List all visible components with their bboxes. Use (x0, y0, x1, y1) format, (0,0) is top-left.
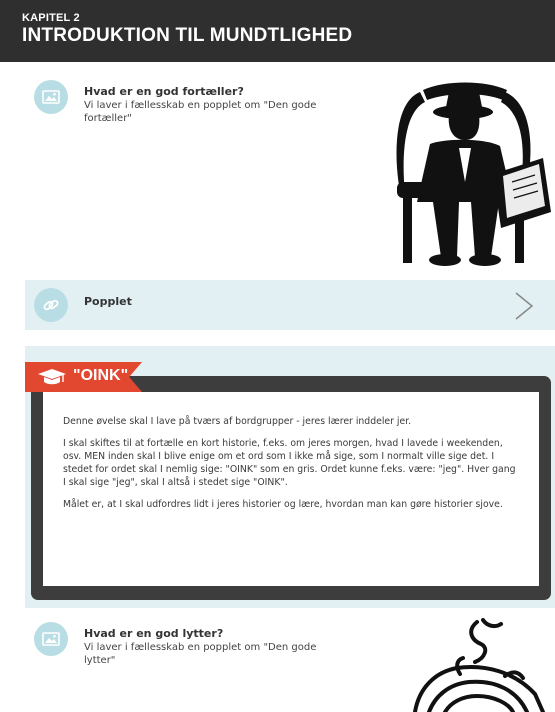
page-title: INTRODUKTION TIL MUNDTLIGHED (22, 25, 353, 46)
section-title-listener: Hvad er en god lytter? (84, 627, 224, 640)
link-icon (43, 299, 59, 311)
section-image-icon[interactable] (34, 80, 68, 114)
oink-title: "OINK" (73, 367, 129, 384)
chapter-label: KAPITEL 2 (22, 12, 80, 24)
section-description-storyteller: Vi laver i fællesskab en popplet om "Den… (84, 100, 317, 124)
section-image-icon[interactable] (34, 622, 68, 656)
oink-paragraph: Målet er, at I skal udfordres lidt i jer… (63, 499, 503, 510)
oink-box-content: Denne øvelse skal I lave på tværs af bor… (43, 392, 539, 586)
link-icon-circle (34, 288, 68, 322)
image-icon (42, 90, 60, 104)
section-description-listener: Vi laver i fællesskab en popplet om "Den… (84, 642, 317, 666)
popplet-link-label[interactable]: Popplet (84, 295, 132, 308)
storyteller-illustration (396, 82, 551, 266)
chevron-right-icon[interactable] (513, 291, 535, 321)
image-icon (42, 632, 60, 646)
section-title-storyteller: Hvad er en god fortæller? (84, 85, 244, 98)
oink-paragraph: Denne øvelse skal I lave på tværs af bor… (63, 416, 412, 427)
listener-illustration (413, 618, 545, 712)
graduation-cap-icon (38, 369, 66, 385)
chapter-header: KAPITEL 2 INTRODUKTION TIL MUNDTLIGHED (0, 0, 555, 62)
oink-paragraph: I skal skiftes til at fortælle en kort h… (63, 438, 516, 488)
